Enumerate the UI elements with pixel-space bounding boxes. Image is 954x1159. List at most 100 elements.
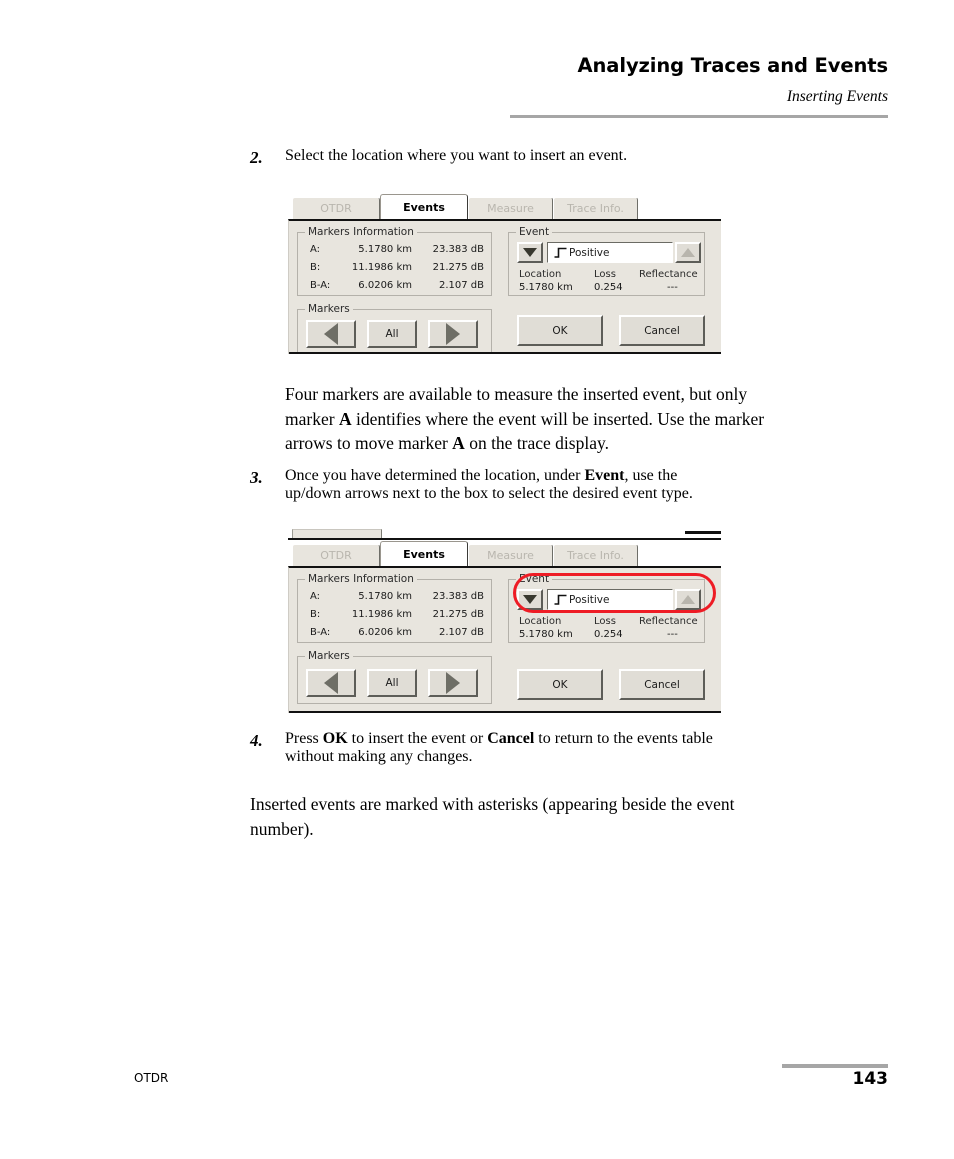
triangle-down-icon — [523, 248, 537, 257]
footer-label: OTDR — [134, 1071, 169, 1085]
dialog-tab-bar-1: OTDR Events Measure Trace Info. — [288, 194, 721, 219]
triangle-left-icon-2 — [324, 672, 338, 694]
markers-label-2: Markers — [305, 650, 353, 662]
marker-ba-label-2: B-A: — [310, 627, 331, 638]
footer-divider — [782, 1064, 888, 1068]
all-markers-button[interactable]: All — [367, 320, 417, 348]
loss-value: 0.254 — [594, 282, 623, 293]
screenshot-events-tab-2: OTDR Events Measure Trace Info. Markers … — [288, 529, 721, 713]
triangle-up-icon-2 — [681, 595, 695, 604]
step3-line1-a: Once you have determined the location, u… — [285, 467, 585, 484]
dialog-body-2: Markers Information A: 5.1780 km 23.383 … — [288, 566, 721, 713]
positive-step-icon — [554, 247, 567, 258]
tab-trace-info[interactable]: Trace Info. — [553, 197, 638, 219]
step4-ok-bold: OK — [322, 730, 348, 747]
step3-line2: up/down arrows next to the box to select… — [285, 485, 693, 502]
page-title: Analyzing Traces and Events — [577, 54, 889, 77]
tab-measure-2[interactable]: Measure — [468, 544, 553, 566]
tab-events[interactable]: Events — [380, 194, 468, 219]
step4-line1-c: to insert the event or — [347, 730, 488, 747]
step4-cancel-bold: Cancel — [487, 730, 535, 747]
note1-line2-a: marker — [285, 408, 339, 429]
tab-otdr-2[interactable]: OTDR — [292, 544, 380, 566]
tab-trace-info-2[interactable]: Trace Info. — [553, 544, 638, 566]
tab-events-2[interactable]: Events — [380, 541, 468, 566]
step-4-number: 4. — [250, 731, 263, 750]
event-type-combo[interactable]: Positive — [547, 242, 673, 263]
next-marker-button-2[interactable] — [428, 669, 478, 697]
marker-a-level-2: 23.383 dB — [432, 591, 484, 602]
positive-step-icon-2 — [554, 594, 567, 605]
note2-line1: Inserted events are marked with asterisk… — [250, 794, 735, 814]
markers-information-group-2: Markers Information A: 5.1780 km 23.383 … — [297, 573, 492, 643]
note1-line3-a: arrows to move marker — [285, 433, 453, 453]
loss-value-2: 0.254 — [594, 629, 623, 640]
header-divider — [510, 115, 888, 118]
reflectance-header: Reflectance — [639, 269, 698, 280]
tab-otdr[interactable]: OTDR — [292, 197, 380, 219]
note1-line1: Four markers are available to measure th… — [285, 384, 748, 404]
note1-line3-c: on the trace display. — [464, 433, 609, 453]
note2-line2: number). — [250, 818, 314, 839]
step4-line2: without making any changes. — [285, 748, 473, 765]
step4-line1-a: Press — [285, 730, 323, 747]
marker-a-distance-2: 5.1780 km — [358, 591, 412, 602]
dialog-body-1: Markers Information A: 5.1780 km 23.383 … — [288, 219, 721, 354]
location-value: 5.1780 km — [519, 282, 573, 293]
marker-b-label-2: B: — [310, 609, 321, 620]
event-type-down-button-2[interactable] — [517, 589, 543, 610]
location-header-2: Location — [519, 616, 562, 627]
note-paragraph-1: Four markers are available to measure th… — [285, 382, 895, 456]
dialog-top-strip — [288, 529, 721, 541]
step-2-text: Select the location where you want to in… — [285, 147, 628, 164]
marker-a-label: A: — [310, 244, 321, 255]
event-type-combo-2[interactable]: Positive — [547, 589, 673, 610]
prev-marker-button[interactable] — [306, 320, 356, 348]
loss-header: Loss — [594, 269, 616, 280]
marker-ba-level: 2.107 dB — [438, 280, 484, 291]
event-type-down-button[interactable] — [517, 242, 543, 263]
tab-measure[interactable]: Measure — [468, 197, 553, 219]
location-header: Location — [519, 269, 562, 280]
event-type-up-button[interactable] — [675, 242, 701, 263]
event-label-2: Event — [516, 573, 553, 585]
event-type-value-2: Positive — [569, 593, 610, 606]
strip-divider — [288, 538, 721, 540]
reflectance-value-2: --- — [667, 629, 678, 640]
note-paragraph-2: Inserted events are marked with asterisk… — [250, 792, 870, 841]
marker-a-distance: 5.1780 km — [358, 244, 412, 255]
triangle-left-icon — [324, 323, 338, 345]
page-header: Analyzing Traces and Events Inserting Ev… — [0, 0, 954, 125]
step-4-text: Press OK to insert the event or Cancel t… — [285, 730, 900, 766]
reflectance-header-2: Reflectance — [639, 616, 698, 627]
prev-marker-button-2[interactable] — [306, 669, 356, 697]
event-label: Event — [516, 226, 553, 238]
dialog-tab-bar-2: OTDR Events Measure Trace Info. — [288, 541, 721, 566]
ok-button-2[interactable]: OK — [517, 669, 603, 700]
markers-group-2: Markers All — [297, 650, 492, 704]
markers-group: Markers All — [297, 303, 492, 353]
event-type-value: Positive — [569, 246, 610, 259]
marker-ba-distance-2: 6.0206 km — [358, 627, 412, 638]
all-markers-button-2[interactable]: All — [367, 669, 417, 697]
markers-information-label: Markers Information — [305, 226, 417, 238]
event-group-2: Event Positive Location Loss Reflectance… — [508, 573, 705, 643]
event-type-up-button-2[interactable] — [675, 589, 701, 610]
page-subtitle: Inserting Events — [786, 88, 888, 105]
ok-button[interactable]: OK — [517, 315, 603, 346]
location-value-2: 5.1780 km — [519, 629, 573, 640]
step-3-text: Once you have determined the location, u… — [285, 467, 885, 503]
step-3-number: 3. — [250, 468, 263, 487]
next-marker-button[interactable] — [428, 320, 478, 348]
marker-b-distance-2: 11.1986 km — [351, 609, 412, 620]
markers-label: Markers — [305, 303, 353, 315]
cancel-button[interactable]: Cancel — [619, 315, 705, 346]
triangle-down-icon-2 — [523, 595, 537, 604]
marker-ba-level-2: 2.107 dB — [438, 627, 484, 638]
strip-divider-right — [685, 531, 721, 534]
triangle-right-icon-2 — [446, 672, 460, 694]
step-2-number: 2. — [250, 148, 263, 167]
markers-information-group: Markers Information A: 5.1780 km 23.383 … — [297, 226, 492, 296]
cancel-button-2[interactable]: Cancel — [619, 669, 705, 700]
marker-b-level-2: 21.275 dB — [432, 609, 484, 620]
